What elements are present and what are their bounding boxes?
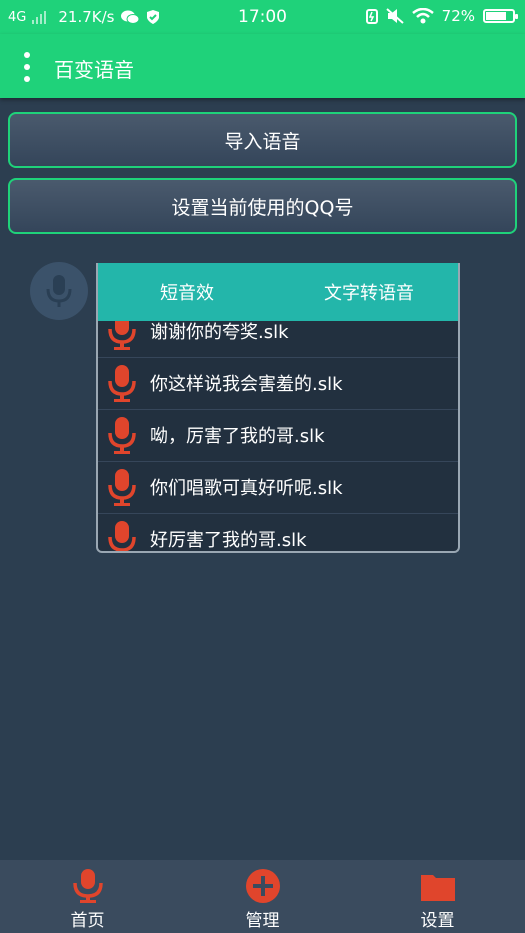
mute-icon — [385, 8, 404, 24]
folder-icon — [420, 875, 455, 901]
nav-manage-label: 管理 — [245, 911, 280, 931]
record-mic-button[interactable] — [30, 262, 88, 320]
status-right: 72% — [365, 7, 518, 25]
bottom-nav: 首页 管理 设置 — [0, 860, 525, 933]
app-bar: 百变语音 — [0, 34, 525, 98]
voice-file-name: 谢谢你的夸奖.slk — [150, 322, 289, 343]
mic-icon — [108, 365, 136, 402]
mic-icon — [108, 469, 136, 506]
import-voice-button[interactable]: 导入语音 — [8, 112, 517, 168]
voice-file-name: 好厉害了我的哥.slk — [150, 530, 307, 551]
list-item[interactable]: 你们唱歌可真好听呢.slk — [98, 461, 458, 514]
nav-home-label: 首页 — [70, 911, 105, 931]
mic-icon — [108, 417, 136, 454]
battery-saver-icon — [365, 9, 378, 24]
mic-icon — [72, 869, 103, 903]
mic-icon — [108, 321, 136, 350]
nav-settings[interactable]: 设置 — [350, 860, 525, 933]
battery-icon — [483, 9, 518, 23]
plus-circle-icon — [245, 869, 280, 903]
voice-file-name: 你们唱歌可真好听呢.slk — [150, 478, 343, 499]
status-bar: 4G 21.7K/s 17:00 72% — [0, 0, 525, 34]
set-qq-button[interactable]: 设置当前使用的QQ号 — [8, 178, 517, 234]
battery-percent: 72% — [441, 7, 475, 25]
tab-text-to-speech[interactable]: 文字转语音 — [278, 263, 458, 321]
wifi-icon — [411, 8, 434, 24]
list-item[interactable]: 你这样说我会害羞的.slk — [98, 357, 458, 410]
app-title: 百变语音 — [54, 58, 134, 82]
mic-icon — [46, 275, 72, 307]
popup-tabs: 短音效 文字转语音 — [98, 263, 458, 321]
nav-home[interactable]: 首页 — [0, 860, 175, 933]
voice-popup: 短音效 文字转语音 谢谢你的夸奖.slk 你这样说我会害羞的.slk 呦，厉害了… — [96, 263, 460, 553]
voice-file-name: 你这样说我会害羞的.slk — [150, 374, 343, 395]
more-menu-icon[interactable] — [20, 52, 34, 82]
voice-list[interactable]: 谢谢你的夸奖.slk 你这样说我会害羞的.slk 呦，厉害了我的哥.slk 你们… — [98, 321, 458, 551]
list-item[interactable]: 呦，厉害了我的哥.slk — [98, 409, 458, 462]
voice-file-name: 呦，厉害了我的哥.slk — [150, 426, 325, 447]
nav-settings-label: 设置 — [420, 911, 455, 931]
nav-manage[interactable]: 管理 — [175, 860, 350, 933]
list-item[interactable]: 好厉害了我的哥.slk — [98, 513, 458, 551]
list-item[interactable]: 谢谢你的夸奖.slk — [98, 321, 458, 358]
tab-short-sound[interactable]: 短音效 — [98, 263, 278, 321]
mic-icon — [108, 521, 136, 551]
